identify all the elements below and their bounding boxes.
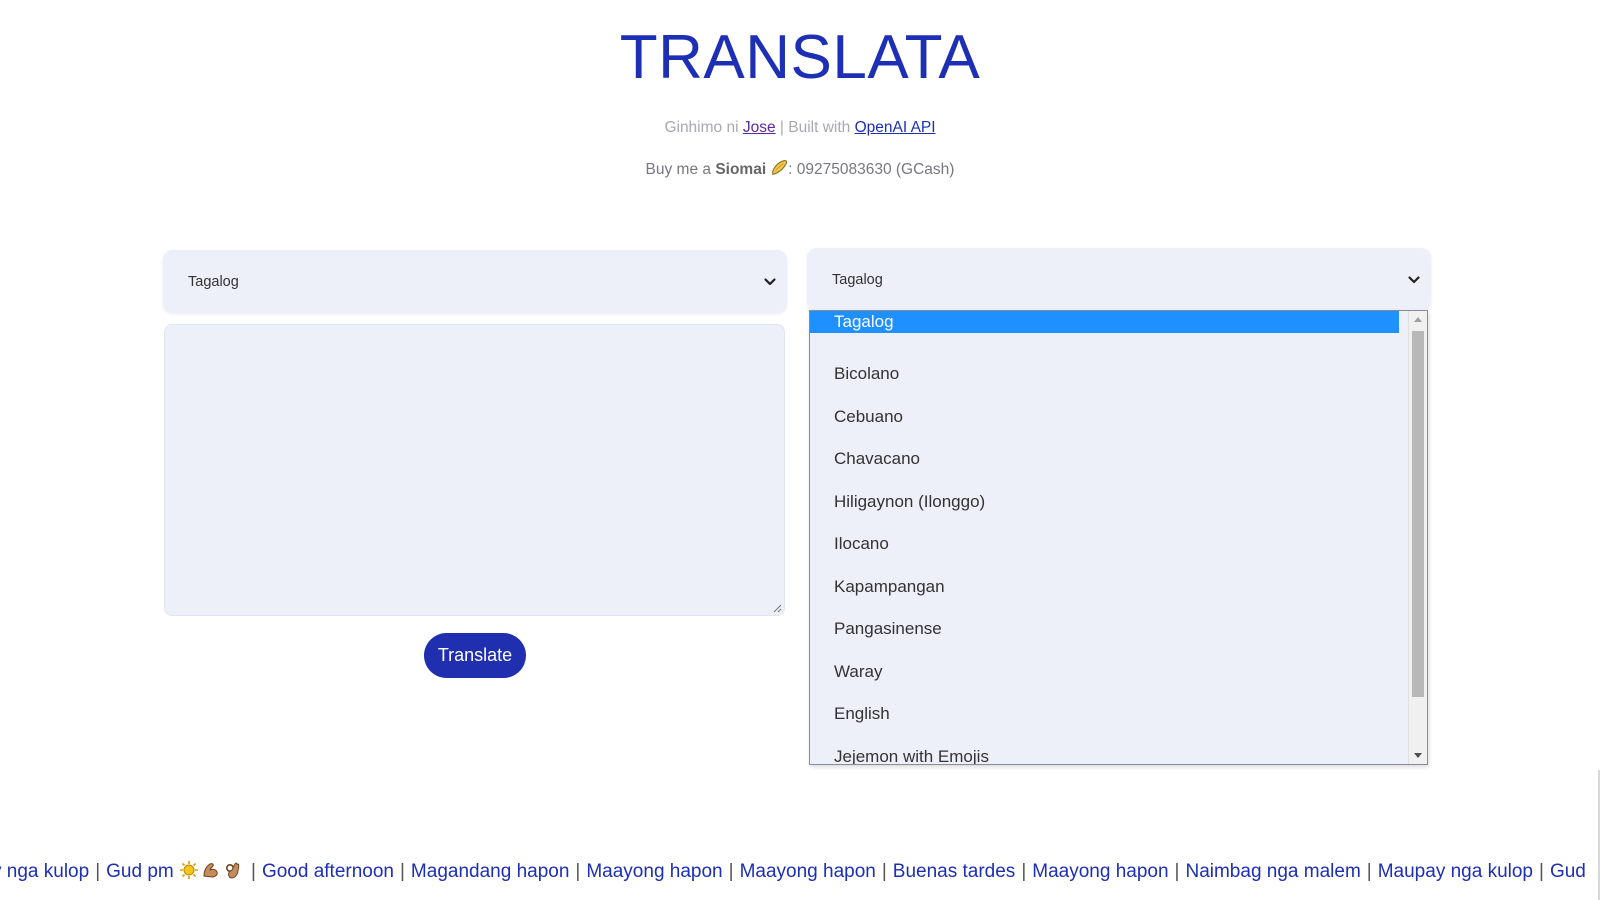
language-option[interactable]: Tagalog (810, 311, 1399, 333)
ticker-item: Magandang hapon (410, 861, 570, 882)
ticker-item: Maayong hapon (739, 861, 876, 882)
ticker-item: Maupay nga kulop (1377, 861, 1533, 882)
ok-hand-icon (225, 862, 240, 879)
scroll-down-arrow-icon[interactable] (1414, 753, 1422, 758)
ticker-separator: | (1366, 861, 1372, 882)
translate-button[interactable]: Translate (424, 633, 526, 678)
language-option[interactable]: Ilocano (810, 523, 1399, 566)
chevron-down-icon (764, 277, 776, 285)
greeting-ticker: y nga kulop | Gud pm | Good afternoon | Magan… (0, 860, 1586, 883)
ticker-separator: | (95, 861, 101, 882)
sun-icon (180, 861, 198, 879)
ticker-item: Naimbag nga malem (1185, 861, 1361, 882)
language-option[interactable]: Waray (810, 651, 1399, 694)
ticker-separator: | (251, 861, 256, 882)
language-option[interactable]: Pangasinense (810, 608, 1399, 651)
scroll-up-arrow-icon[interactable] (1414, 317, 1422, 322)
siomai-icon (772, 160, 788, 175)
author-link[interactable]: Jose (743, 119, 776, 136)
ticker-separator: | (1174, 861, 1180, 882)
support-suffix: : 09275083630 (GCash) (788, 161, 955, 178)
ticker-separator: | (1021, 861, 1027, 882)
language-option[interactable]: Cebuano (810, 396, 1399, 439)
ticker-item: Gud pm (106, 861, 174, 882)
language-option[interactable]: Jejemon with Emojis (810, 736, 1399, 765)
language-option[interactable]: Hiligaynon (Ilonggo) (810, 481, 1399, 524)
target-language-select[interactable]: Tagalog (807, 248, 1431, 311)
source-language-select[interactable]: Tagalog (163, 250, 787, 313)
ticker-item: Good afternoon (261, 861, 394, 882)
ticker-separator: | (1539, 861, 1544, 882)
language-option[interactable]: Chavacano (810, 438, 1399, 481)
source-text-input[interactable] (164, 324, 785, 616)
target-language-dropdown[interactable]: Tagalog Bicolano Cebuano Chavacano Hilig… (809, 310, 1428, 765)
language-option[interactable]: Kapampangan (810, 566, 1399, 609)
chevron-down-icon (1408, 275, 1420, 283)
source-language-value: Tagalog (188, 273, 239, 290)
credit-middle: | Built with (775, 119, 855, 136)
language-option[interactable]: Bicolano (810, 353, 1399, 396)
language-option-list: Tagalog Bicolano Cebuano Chavacano Hilig… (810, 311, 1427, 765)
target-language-value: Tagalog (832, 271, 883, 288)
translata-page: TRANSLATA Ginhimo ni Jose | Built with O… (0, 0, 1600, 900)
ticker-separator: | (575, 861, 581, 882)
scrollbar-thumb[interactable] (1412, 331, 1424, 697)
dropdown-scrollbar[interactable] (1408, 311, 1427, 764)
ticker-item: Gud (1549, 861, 1586, 882)
credit-line: Ginhimo ni Jose | Built with OpenAI API (0, 119, 1600, 137)
support-line: Buy me a Siomai : 09275083630 (GCash) (0, 159, 1600, 179)
support-item: Siomai (715, 161, 767, 178)
ticker-item: y nga kulop (0, 861, 90, 882)
language-option[interactable]: English (810, 693, 1399, 736)
ticker-separator: | (881, 861, 887, 882)
flexed-arm-icon (203, 863, 218, 878)
resize-grip-icon[interactable] (772, 603, 782, 613)
credit-prefix: Ginhimo ni (664, 119, 743, 136)
openai-api-link[interactable]: OpenAI API (855, 119, 936, 136)
app-title: TRANSLATA (619, 23, 981, 92)
ticker-item: Maayong hapon (1032, 861, 1169, 882)
ticker-separator: | (399, 861, 405, 882)
ticker-item: Buenas tardes (892, 861, 1016, 882)
ticker-item: Maayong hapon (586, 861, 723, 882)
ticker-separator: | (728, 861, 734, 882)
support-prefix: Buy me a (645, 161, 716, 178)
